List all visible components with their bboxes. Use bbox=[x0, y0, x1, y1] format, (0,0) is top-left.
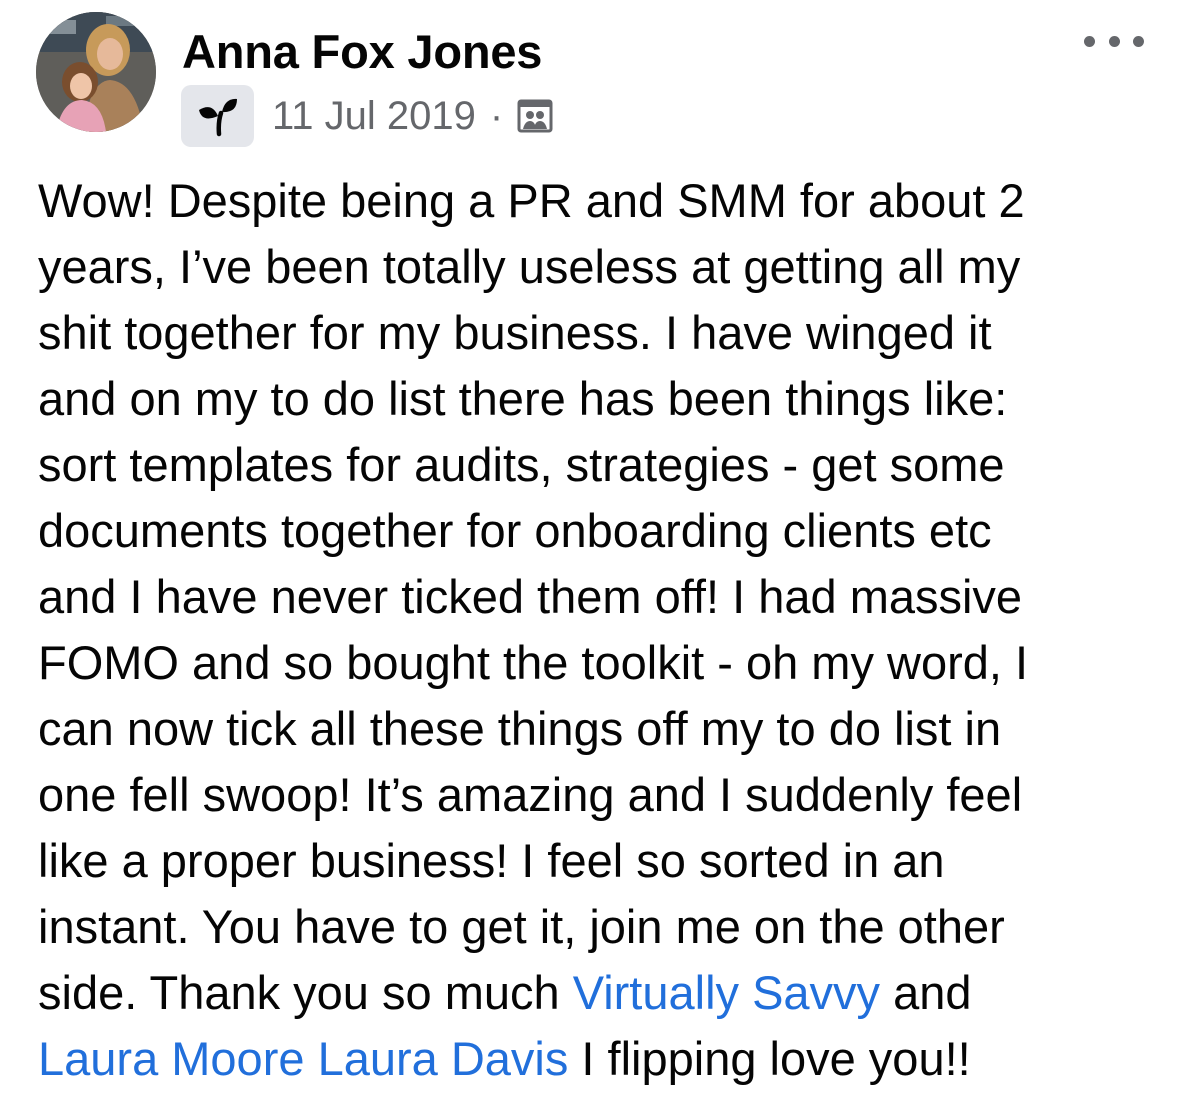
meta-separator: · bbox=[489, 94, 504, 138]
post-text-line: and on my to do list there has been thin… bbox=[38, 372, 1008, 425]
post-meta: 11 Jul 2019 · bbox=[181, 85, 555, 147]
more-options-icon[interactable] bbox=[1084, 26, 1144, 56]
post-text-line: years, I’ve been totally useless at gett… bbox=[38, 240, 1021, 293]
post-text-segment: and bbox=[880, 966, 972, 1019]
post-text-line: Wow! Despite being a PR and SMM for abou… bbox=[38, 174, 1025, 227]
post-text-line: side. Thank you so much Virtually Savvy … bbox=[38, 960, 1148, 1026]
post-text-line: FOMO and so bought the toolkit - oh my w… bbox=[38, 636, 1029, 689]
mention-link-laura-moore[interactable]: Laura Moore bbox=[38, 1032, 305, 1085]
post-text-segment: I flipping love you!! bbox=[568, 1032, 971, 1085]
post-text-line: documents together for onboarding client… bbox=[38, 504, 992, 557]
post-text-line: Laura Moore Laura Davis I flipping love … bbox=[38, 1026, 1148, 1092]
group-post: Anna Fox Jones 11 Jul 2019 · Wow! Despit… bbox=[0, 0, 1179, 1115]
post-text-line: shit together for my business. I have wi… bbox=[38, 306, 992, 359]
author-avatar[interactable] bbox=[36, 12, 156, 132]
post-text-line: can now tick all these things off my to … bbox=[38, 702, 1002, 755]
post-text-line: instant. You have to get it, join me on … bbox=[38, 900, 1005, 953]
group-audience-icon bbox=[515, 96, 555, 136]
post-text-line: one fell swoop! It’s amazing and I sudde… bbox=[38, 768, 1023, 821]
post-text-line: and I have never ticked them off! I had … bbox=[38, 570, 1023, 623]
avatar-photo bbox=[36, 12, 156, 132]
author-name[interactable]: Anna Fox Jones bbox=[182, 24, 542, 79]
dot bbox=[1084, 35, 1095, 47]
post-body: Wow! Despite being a PR and SMM for abou… bbox=[38, 168, 1148, 1092]
post-timestamp[interactable]: 11 Jul 2019 bbox=[272, 94, 476, 139]
group-member-sprout-icon[interactable] bbox=[181, 85, 254, 147]
post-text-line: sort templates for audits, strategies - … bbox=[38, 438, 1005, 491]
post-text-segment bbox=[305, 1032, 318, 1085]
post-text-segment: side. Thank you so much bbox=[38, 966, 573, 1019]
mention-link-virtually-savvy[interactable]: Virtually Savvy bbox=[573, 966, 880, 1019]
dot bbox=[1108, 35, 1120, 47]
post-text-line: like a proper business! I feel so sorted… bbox=[38, 834, 945, 887]
mention-link-laura-davis[interactable]: Laura Davis bbox=[318, 1032, 569, 1085]
dot bbox=[1133, 35, 1144, 47]
